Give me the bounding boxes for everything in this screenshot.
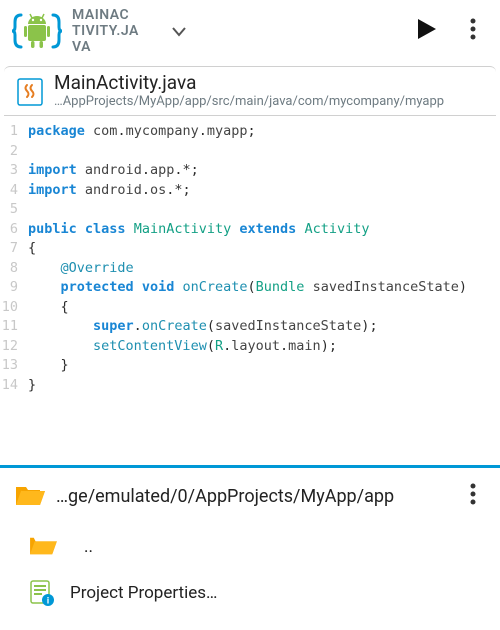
parent-directory-label: ..	[84, 537, 93, 557]
project-properties-row[interactable]: i Project Properties…	[0, 570, 500, 616]
current-path-row[interactable]: …ge/emulated/0/AppProjects/MyApp/app	[0, 468, 500, 524]
file-header[interactable]: MainActivity.java …AppProjects/MyApp/app…	[4, 66, 496, 116]
svg-text:i: i	[47, 596, 50, 606]
project-properties-icon: i	[28, 579, 56, 607]
toolbar: MAINAC TIVITY.JA VA	[0, 0, 500, 62]
file-browser-panel: …ge/emulated/0/AppProjects/MyApp/app ..	[0, 468, 500, 616]
project-properties-label: Project Properties…	[70, 583, 217, 603]
current-path: …ge/emulated/0/AppProjects/MyApp/app	[56, 486, 456, 507]
java-file-icon	[16, 77, 44, 105]
file-path: …AppProjects/MyApp/app/src/main/java/com…	[54, 94, 484, 109]
active-tab-label[interactable]: MAINAC TIVITY.JA VA	[72, 7, 152, 55]
overflow-menu-button[interactable]	[456, 8, 490, 54]
file-name: MainActivity.java	[54, 73, 484, 94]
code-editor[interactable]: 1234567891011121314 package com.mycompan…	[0, 116, 500, 405]
folder-open-icon	[14, 483, 44, 509]
android-app-icon	[10, 8, 64, 54]
line-gutter: 1234567891011121314	[0, 122, 28, 395]
tab-dropdown-icon[interactable]	[172, 22, 186, 41]
run-button[interactable]	[398, 7, 456, 55]
file-browser-menu-button[interactable]	[456, 473, 490, 519]
folder-open-icon	[28, 534, 58, 560]
code-content[interactable]: package com.mycompany.myapp; import andr…	[28, 122, 500, 395]
parent-directory-row[interactable]: ..	[0, 524, 500, 570]
